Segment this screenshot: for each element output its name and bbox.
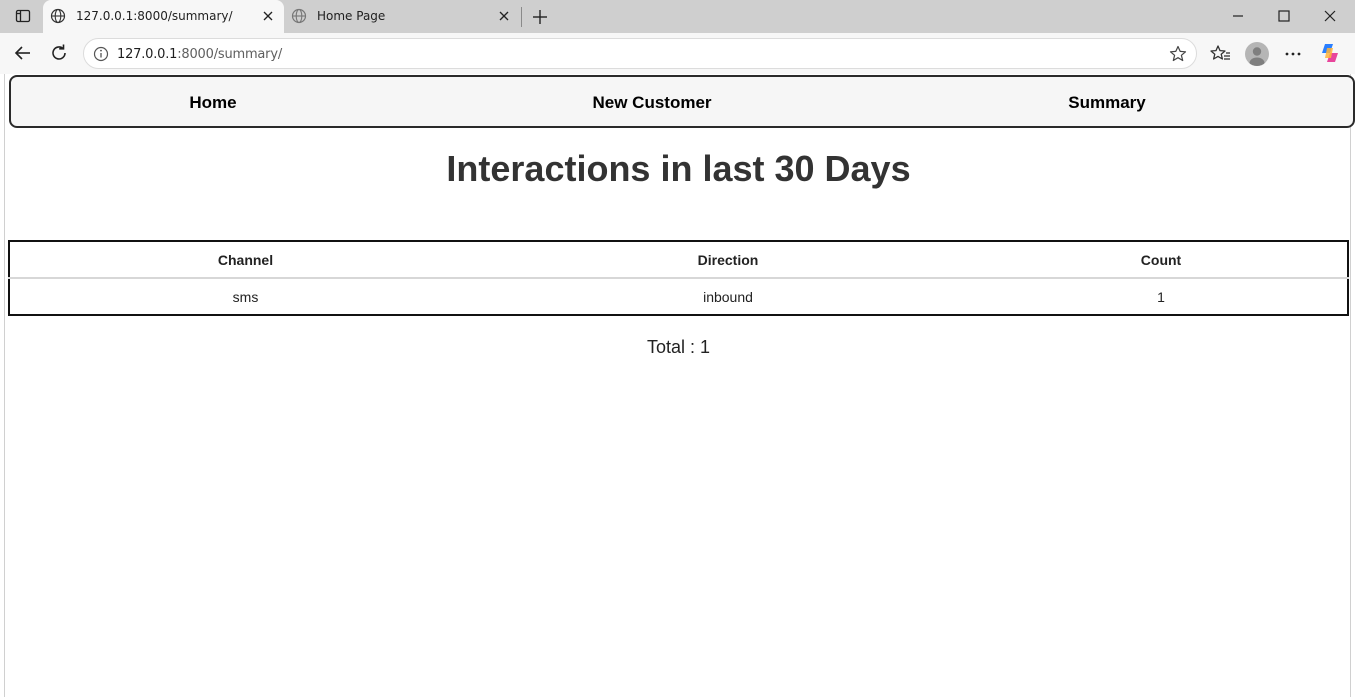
minimize-icon[interactable] [1228,6,1248,26]
column-header-channel: Channel [9,241,481,279]
url-path: :8000/summary/ [177,47,283,62]
total-count: Total : 1 [646,337,711,357]
tab-home-page[interactable]: Home Page [284,0,520,33]
url-text: 127.0.0.1:8000/summary/ [117,47,282,62]
column-header-direction: Direction [481,241,975,279]
info-icon[interactable] [92,45,110,63]
more-icon[interactable] [1281,42,1305,66]
page-viewport: Home New Customer Summary Interactions i… [4,74,1355,697]
address-bar[interactable]: 127.0.0.1:8000/summary/ [83,38,1197,69]
plus-icon[interactable] [530,7,550,27]
close-icon[interactable] [496,8,512,24]
tab-actions-icon [15,9,31,23]
reload-icon[interactable] [47,41,71,65]
tab-summary[interactable]: 127.0.0.1:8000/summary/ [43,0,284,33]
favorites-icon[interactable] [1209,42,1233,66]
copilot-icon[interactable] [1318,41,1342,65]
cell-direction: inbound [703,288,753,305]
interactions-table: Channel Direction Count sms inbound 1 [8,240,1349,316]
maximize-icon[interactable] [1274,6,1294,26]
close-icon[interactable] [260,8,276,24]
nav-summary-link[interactable]: Summary [1068,93,1145,113]
nav-new-customer-link[interactable]: New Customer [592,93,711,113]
star-icon[interactable] [1168,44,1188,64]
nav-home-link[interactable]: Home [189,93,236,113]
cell-channel: sms [232,288,259,305]
avatar-silhouette [1249,47,1265,66]
table-header-row: Channel Direction Count [9,241,1348,279]
url-host: 127.0.0.1 [117,47,178,62]
column-header-count: Count [975,241,1348,279]
tab-separator [521,7,522,27]
tab-strip: 127.0.0.1:8000/summary/ Home Page [0,0,1355,33]
page-title: Interactions in last 30 Days [446,148,911,189]
top-nav: Home New Customer Summary [9,75,1355,128]
profile-icon[interactable] [1245,42,1269,66]
window-close-icon[interactable] [1320,6,1340,26]
back-arrow-icon[interactable] [11,41,35,65]
globe-icon [50,8,66,24]
tab-title: 127.0.0.1:8000/summary/ [76,9,233,23]
table-row: sms inbound 1 [9,278,1348,315]
cell-count: 1 [1157,288,1165,305]
globe-icon [291,8,307,24]
browser-toolbar: 127.0.0.1:8000/summary/ [0,33,1355,74]
tab-actions-button[interactable] [8,3,38,29]
tab-title: Home Page [317,9,386,23]
